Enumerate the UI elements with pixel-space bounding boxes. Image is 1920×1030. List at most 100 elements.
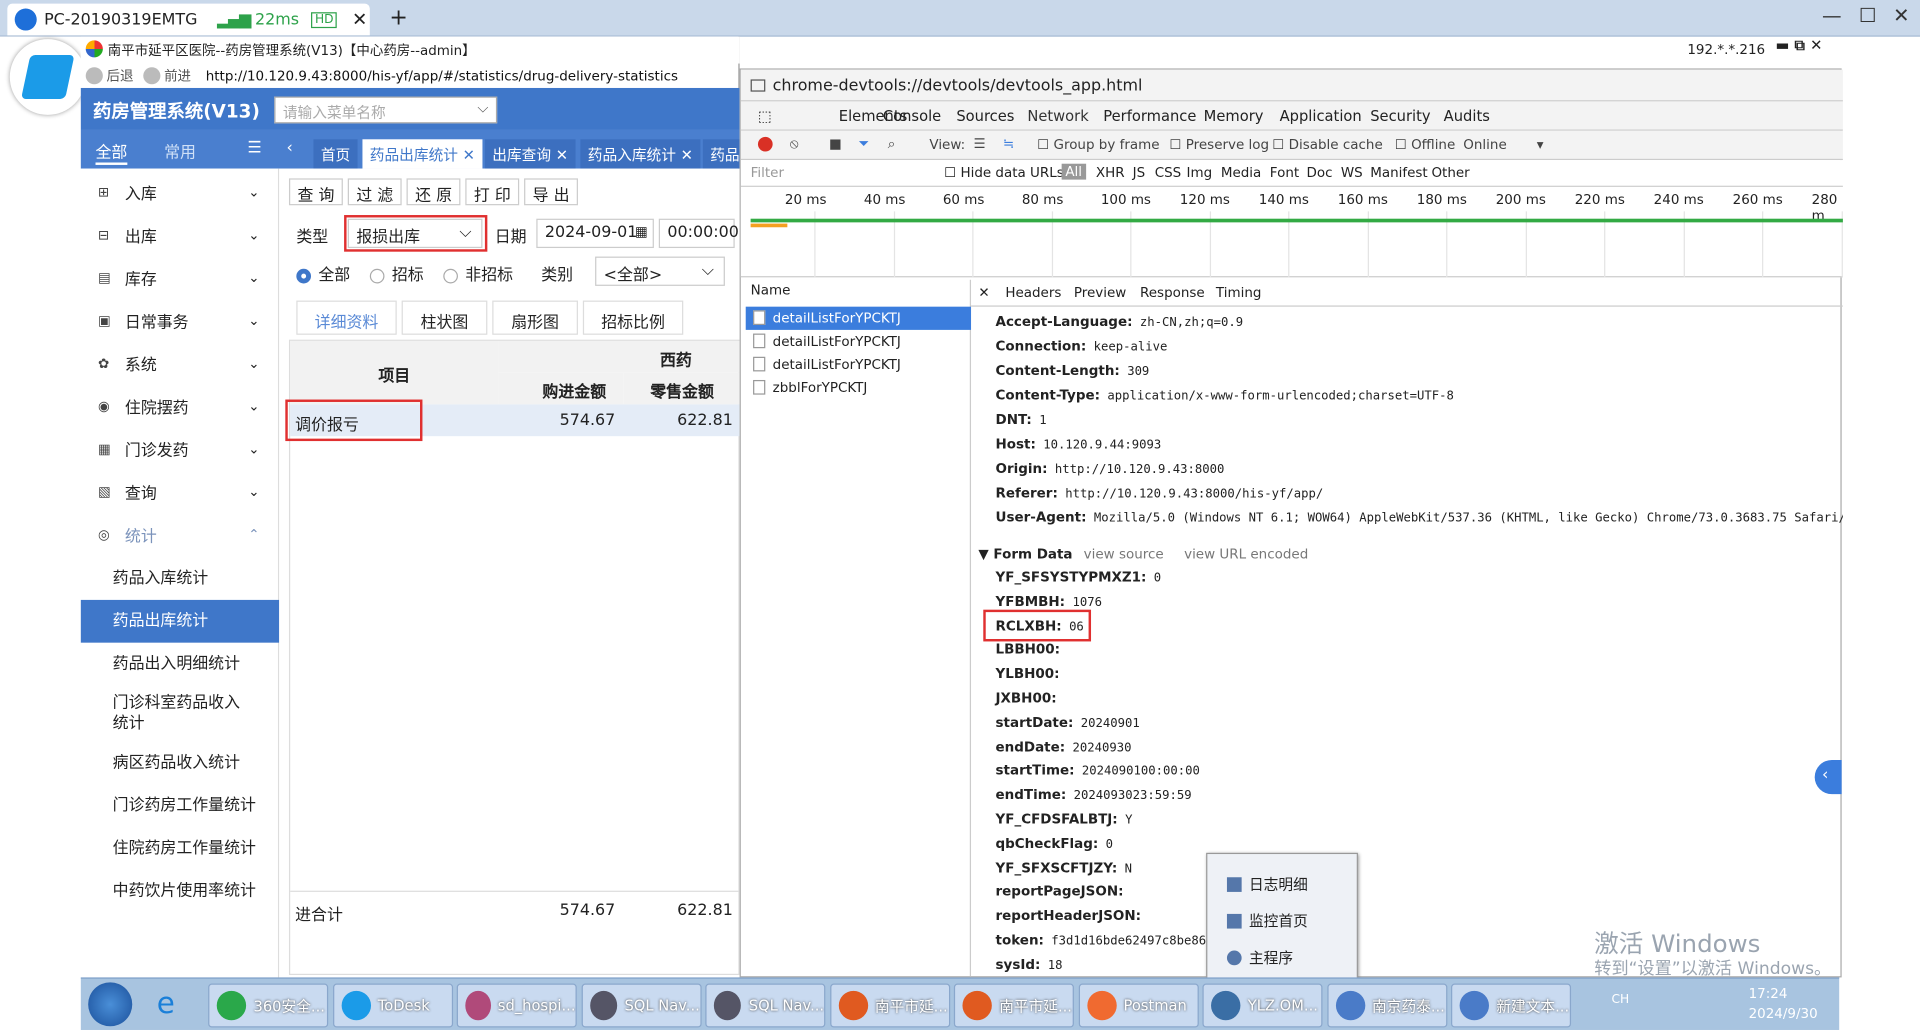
type-manifest[interactable]: Manifest	[1370, 165, 1427, 181]
tab-audits[interactable]: Audits	[1444, 108, 1490, 125]
tab-timing[interactable]: Timing	[1216, 285, 1262, 301]
preserve-log[interactable]: ☐ Preserve log	[1169, 137, 1269, 153]
tab-console[interactable]: Console	[883, 108, 941, 125]
taskbar-item[interactable]: ToDesk	[332, 983, 453, 1028]
new-tab-button[interactable]: +	[389, 5, 407, 31]
export-button[interactable]: 导 出	[524, 178, 579, 206]
taskbar-item[interactable]: SQL Nav...	[705, 983, 826, 1028]
tab-outbound-query[interactable]: 出库查询 ✕	[484, 139, 576, 169]
tab-preview[interactable]: Preview	[1074, 285, 1126, 301]
tab-common[interactable]: 常用	[164, 139, 196, 162]
maximize-icon[interactable]: ☐	[1859, 4, 1877, 27]
type-media[interactable]: Media	[1221, 165, 1261, 181]
sidebar-item-inpatient[interactable]: ◉ 住院摆药 ⌄	[81, 385, 279, 428]
tab-sources[interactable]: Sources	[956, 108, 1014, 125]
camera-icon[interactable]: ■	[829, 136, 842, 152]
tab-bid-ratio[interactable]: 招标比例	[582, 300, 684, 335]
submenu-drug-io-detail[interactable]: 药品出入明细统计	[81, 643, 279, 686]
tab-prev-icon[interactable]: ‹	[287, 139, 293, 157]
throttle-select[interactable]: Online ▾	[1463, 137, 1543, 153]
query-button[interactable]: 查 询	[288, 178, 344, 206]
sidebar-item-system[interactable]: ✿ 系统 ⌄	[81, 342, 279, 385]
close-window-icon[interactable]: ✕	[1893, 4, 1909, 27]
tab-performance[interactable]: Performance	[1103, 108, 1196, 125]
tab-security[interactable]: Security	[1370, 108, 1430, 125]
filter-button[interactable]: 过 滤	[347, 178, 402, 206]
tab-all[interactable]: 全部	[95, 139, 128, 165]
time-input[interactable]: 00:00:00	[658, 218, 739, 249]
tab-drug-inbound-stats[interactable]: 药品入库统计 ✕	[580, 139, 701, 169]
hide-data-urls[interactable]: ☐ Hide data URLs	[944, 165, 1064, 181]
sidebar-item-outbound[interactable]: ⊟ 出库 ⌄	[81, 214, 279, 257]
timeline-overview[interactable]: 20 ms 40 ms 60 ms 80 ms 100 ms 120 ms 140 ms 16…	[740, 186, 1843, 278]
clock-date[interactable]: 2024/9/30	[1749, 1006, 1818, 1022]
tab-headers[interactable]: Headers	[1005, 285, 1061, 301]
taskbar-item[interactable]: 南平市延...	[953, 983, 1074, 1028]
menu-item-monitor-home[interactable]: 监控首页	[1226, 910, 1308, 931]
date-input[interactable]: 2024-09-01 ▦	[536, 218, 654, 249]
ie-icon[interactable]: e	[157, 986, 175, 1020]
radio-bid[interactable]: 招标	[369, 261, 424, 285]
request-item[interactable]: detailListForYPCKTJ	[745, 306, 972, 330]
radio-nonbid[interactable]: 非招标	[443, 261, 513, 285]
request-item[interactable]: zbblForYPCKTJ	[746, 376, 971, 399]
menu-item-log-detail[interactable]: 日志明细	[1226, 874, 1308, 895]
taskbar-item[interactable]: YLZ.OM...	[1202, 983, 1323, 1028]
url-field[interactable]: http://10.120.9.43:8000/his-yf/app/#/sta…	[206, 68, 678, 84]
tab-home[interactable]: 首页	[313, 139, 358, 169]
inspect-icon[interactable]: ⬚	[758, 108, 772, 125]
search-icon[interactable]: ⌕	[888, 136, 896, 153]
tab-detail[interactable]: 详细资料	[296, 300, 397, 335]
type-other[interactable]: Other	[1431, 165, 1469, 181]
request-item[interactable]: detailListForYPCKTJ	[746, 330, 971, 353]
taskbar-item[interactable]: Postman	[1078, 983, 1199, 1028]
disable-cache[interactable]: ☐ Disable cache	[1272, 137, 1383, 153]
taskbar-item[interactable]: 新建文本...	[1451, 983, 1572, 1028]
tab-response[interactable]: Response	[1140, 285, 1205, 301]
inner-min-icon[interactable]: ▬ ⧉ ✕	[1776, 37, 1823, 55]
minimize-icon[interactable]: —	[1822, 4, 1842, 27]
view-source-link[interactable]: view source	[1084, 546, 1164, 562]
tab-network[interactable]: Network	[1027, 108, 1088, 125]
list-view-icon[interactable]: ☰	[973, 136, 985, 152]
tab-drug-delivery-stats[interactable]: 药品出库统计 ✕	[362, 139, 483, 169]
form-data-title[interactable]: ▼ Form Data	[978, 546, 1072, 562]
close-tab-icon[interactable]: ✕	[352, 9, 367, 31]
todesk-logo-icon[interactable]	[9, 39, 86, 115]
record-icon[interactable]	[757, 136, 773, 152]
sidebar-item-daily[interactable]: ▣ 日常事务 ⌄	[81, 299, 279, 342]
offline-checkbox[interactable]: ☐ Offline	[1395, 137, 1456, 153]
waterfall-icon[interactable]: ≒	[1003, 136, 1014, 152]
category-select[interactable]: <全部> ⌵	[595, 256, 725, 286]
close-detail-icon[interactable]: ✕	[978, 285, 989, 301]
submenu-drug-outbound-stats[interactable]: 药品出库统计	[80, 599, 280, 643]
type-ws[interactable]: WS	[1341, 165, 1363, 181]
type-js[interactable]: JS	[1133, 165, 1146, 181]
taskbar-item[interactable]: sd_hospi...	[456, 983, 577, 1028]
taskbar-item[interactable]: 南京药泰...	[1326, 983, 1447, 1028]
remote-tab[interactable]: PC-20190319EMTG ▂▄▆ 22ms HD ✕	[7, 3, 370, 36]
type-xhr[interactable]: XHR	[1096, 165, 1125, 181]
type-font[interactable]: Font	[1270, 165, 1299, 181]
collapse-handle-icon[interactable]: ‹	[1814, 759, 1842, 795]
filter-input[interactable]: Filter	[751, 165, 935, 181]
group-by-frame[interactable]: ☐ Group by frame	[1037, 137, 1159, 153]
taskbar-item[interactable]: 南平市延...	[829, 983, 950, 1028]
tab-memory[interactable]: Memory	[1204, 108, 1264, 125]
submenu-herbal-usage[interactable]: 中药饮片使用率统计	[81, 870, 279, 913]
forward-button[interactable]: 前进	[143, 66, 191, 86]
tab-bar-chart[interactable]: 柱状图	[401, 300, 488, 335]
print-button[interactable]: 打 印	[465, 178, 520, 206]
sidebar-item-query[interactable]: ▧ 查询 ⌄	[81, 470, 279, 513]
sidebar-item-statistics[interactable]: ◎ 统计 ⌃	[81, 513, 279, 556]
sidebar-item-stock[interactable]: ▤ 库存 ⌄	[81, 257, 279, 300]
submenu-clinic-workload[interactable]: 门诊药房工作量统计	[81, 784, 279, 827]
clock-time[interactable]: 17:24	[1749, 986, 1788, 1002]
menu-search-input[interactable]: 请输入菜单名称 ⌵	[274, 96, 498, 124]
view-url-encoded-link[interactable]: view URL encoded	[1184, 546, 1308, 562]
tray-lang[interactable]: CH	[1611, 993, 1629, 1006]
type-all[interactable]: All	[1061, 163, 1086, 180]
taskbar-item[interactable]: 360安全...	[208, 983, 329, 1028]
tab-application[interactable]: Application	[1280, 108, 1362, 125]
radio-all[interactable]: 全部	[296, 261, 350, 285]
